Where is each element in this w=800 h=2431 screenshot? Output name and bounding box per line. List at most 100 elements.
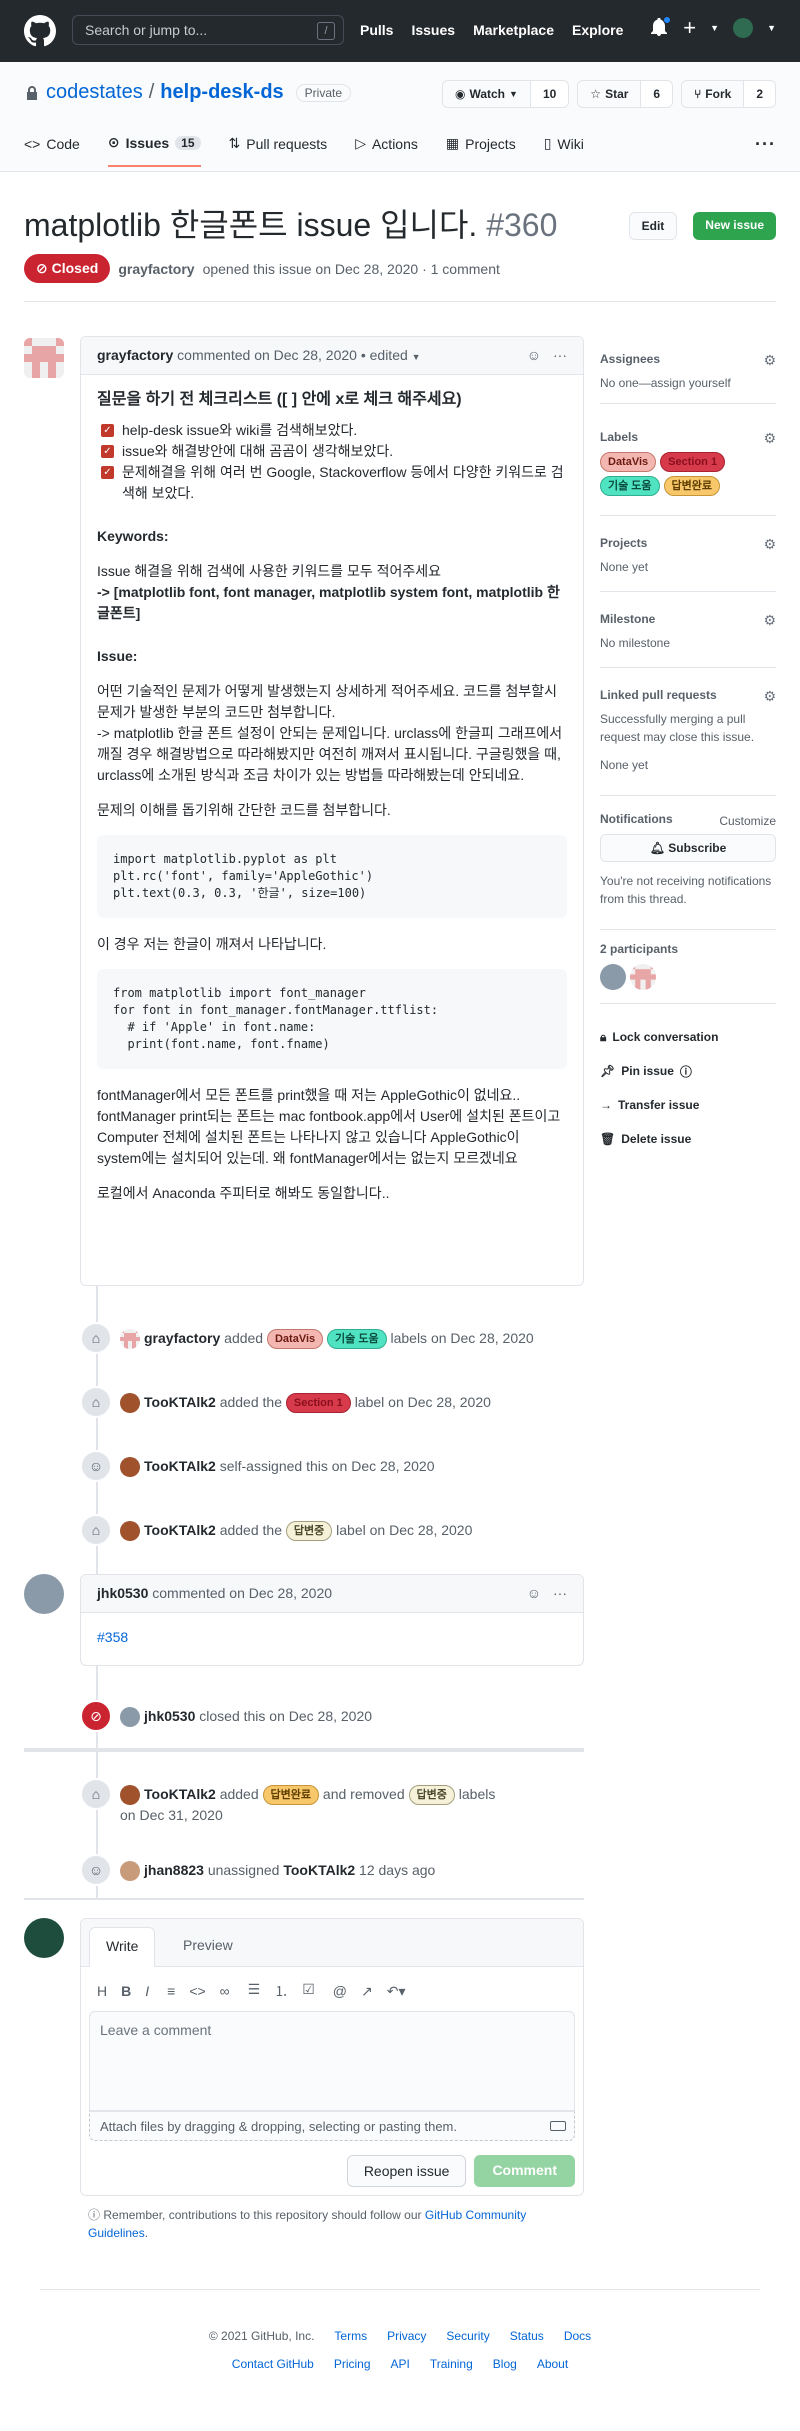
code-icon[interactable]: <>: [189, 1983, 205, 1999]
label-tech-help[interactable]: 기술 도움: [327, 1329, 387, 1350]
event-actor-link[interactable]: grayfactory: [144, 1330, 220, 1346]
chevron-down-icon[interactable]: ▼: [710, 23, 719, 33]
repo-owner-link[interactable]: codestates: [46, 81, 143, 104]
footer-link-about[interactable]: About: [537, 2357, 568, 2371]
comment-button[interactable]: Comment: [474, 2155, 575, 2187]
comment-author-link[interactable]: jhk0530: [97, 1585, 148, 1601]
tab-code[interactable]: <> Code: [24, 134, 80, 167]
smiley-icon[interactable]: ☺: [527, 347, 541, 363]
issue-reference-link[interactable]: #358: [97, 1629, 128, 1645]
search-input[interactable]: Search or jump to... /: [72, 15, 344, 45]
watch-button[interactable]: ◉ Watch ▼ 10: [441, 80, 570, 108]
footer-link-security[interactable]: Security: [446, 2329, 489, 2343]
footer-link-status[interactable]: Status: [510, 2329, 544, 2343]
mention-icon[interactable]: @: [333, 1983, 347, 2000]
label-section-1[interactable]: Section 1: [285, 1393, 351, 1414]
avatar[interactable]: [24, 338, 64, 378]
avatar[interactable]: [600, 964, 626, 990]
pin-issue-link[interactable]: 📌︎ Pin issue ⓘ: [600, 1054, 776, 1088]
kebab-menu-icon[interactable]: ···: [553, 347, 567, 363]
checkbox-checked-icon[interactable]: ✓: [101, 466, 114, 479]
issue-author-link[interactable]: grayfactory: [118, 261, 194, 277]
event-actor-link[interactable]: TooKTAlk2: [144, 1394, 216, 1410]
fork-button[interactable]: ⑂ Fork 2: [681, 80, 776, 108]
star-button[interactable]: ☆ Star 6: [577, 80, 674, 108]
avatar[interactable]: [120, 1457, 140, 1478]
bold-icon[interactable]: B: [121, 1983, 131, 1999]
comment-textarea[interactable]: Leave a comment: [89, 2011, 575, 2111]
checkbox-checked-icon[interactable]: ✓: [101, 445, 114, 458]
label-datavis[interactable]: DataVis: [600, 452, 657, 472]
tab-preview[interactable]: Preview: [167, 1927, 249, 1967]
smiley-icon[interactable]: ☺: [527, 1585, 541, 1601]
tab-pull-requests[interactable]: ⇅ Pull requests: [229, 134, 328, 167]
user-avatar[interactable]: [733, 18, 754, 38]
avatar[interactable]: [24, 1574, 64, 1614]
star-count[interactable]: 6: [641, 81, 673, 107]
footer-link-terms[interactable]: Terms: [334, 2329, 367, 2343]
label-answered[interactable]: 답변완료: [262, 1785, 320, 1806]
heading-icon[interactable]: H: [97, 1983, 107, 1999]
fork-count[interactable]: 2: [744, 81, 775, 107]
kebab-menu-icon[interactable]: ···: [553, 1585, 567, 1601]
avatar[interactable]: [120, 1521, 140, 1542]
nav-issues[interactable]: Issues: [411, 22, 455, 38]
create-new-icon[interactable]: +: [683, 17, 696, 39]
label-section-1[interactable]: Section 1: [660, 452, 726, 472]
chevron-down-icon[interactable]: ▼: [412, 352, 421, 362]
notifications-bell-icon[interactable]: [651, 16, 672, 38]
event-actor-link[interactable]: jhan8823: [144, 1862, 204, 1878]
avatar[interactable]: [630, 964, 656, 990]
tab-issues[interactable]: ⊙ Issues 15: [107, 134, 201, 167]
label-datavis[interactable]: DataVis: [266, 1329, 324, 1350]
tab-write[interactable]: Write: [89, 1927, 156, 1967]
reopen-issue-button[interactable]: Reopen issue: [346, 2155, 467, 2187]
task-list-icon[interactable]: ☑: [302, 1981, 315, 2001]
footer-link-blog[interactable]: Blog: [493, 2357, 517, 2371]
label-answered[interactable]: 답변완료: [663, 476, 721, 496]
event-actor-link[interactable]: TooKTAlk2: [144, 1786, 216, 1802]
italic-icon[interactable]: I: [145, 1983, 149, 1999]
tab-projects[interactable]: ▦ Projects: [446, 134, 516, 167]
numbered-list-icon[interactable]: ⒈: [274, 1981, 288, 2001]
more-tabs-icon[interactable]: ···: [755, 134, 776, 155]
watch-count[interactable]: 10: [530, 81, 569, 107]
gear-icon[interactable]: ⚙: [763, 688, 776, 705]
label-tech-help[interactable]: 기술 도움: [600, 476, 660, 496]
nav-pulls[interactable]: Pulls: [360, 22, 393, 38]
label-answering[interactable]: 답변중: [408, 1785, 455, 1806]
avatar[interactable]: [120, 1785, 140, 1806]
event-actor-link[interactable]: jhk0530: [144, 1708, 195, 1724]
gear-icon[interactable]: ⚙: [763, 430, 776, 447]
gear-icon[interactable]: ⚙: [763, 612, 776, 629]
lock-conversation-link[interactable]: 🔒︎ Lock conversation: [600, 1020, 776, 1054]
edit-button[interactable]: Edit: [628, 212, 678, 240]
avatar[interactable]: [120, 1329, 140, 1350]
nav-explore[interactable]: Explore: [572, 22, 623, 38]
reply-icon[interactable]: ↶▾: [387, 1983, 406, 2000]
label-answering[interactable]: 답변중: [285, 1521, 333, 1542]
event-actor-link[interactable]: TooKTAlk2: [144, 1458, 216, 1474]
footer-link-pricing[interactable]: Pricing: [334, 2357, 371, 2371]
customize-link[interactable]: Customize: [719, 812, 776, 830]
gear-icon[interactable]: ⚙: [763, 536, 776, 553]
footer-link-privacy[interactable]: Privacy: [387, 2329, 426, 2343]
footer-link-contact[interactable]: Contact GitHub: [232, 2357, 314, 2371]
checkbox-checked-icon[interactable]: ✓: [101, 424, 114, 437]
bulleted-list-icon[interactable]: ☰: [248, 1981, 261, 2001]
subscribe-button[interactable]: 🔔︎ Subscribe: [600, 834, 776, 862]
github-logo-icon[interactable]: [24, 15, 56, 47]
avatar[interactable]: [120, 1393, 140, 1414]
nav-marketplace[interactable]: Marketplace: [473, 22, 554, 38]
footer-link-api[interactable]: API: [391, 2357, 410, 2371]
new-issue-button[interactable]: New issue: [693, 212, 776, 240]
footer-link-docs[interactable]: Docs: [564, 2329, 591, 2343]
avatar[interactable]: [120, 1707, 140, 1728]
transfer-issue-link[interactable]: → Transfer issue: [600, 1088, 776, 1122]
event-actor-link[interactable]: TooKTAlk2: [144, 1522, 216, 1538]
gear-icon[interactable]: ⚙: [763, 352, 776, 369]
cross-reference-icon[interactable]: ↗: [361, 1983, 373, 2000]
avatar[interactable]: [24, 1918, 64, 1958]
comment-author-link[interactable]: grayfactory: [97, 347, 173, 363]
footer-link-training[interactable]: Training: [430, 2357, 473, 2371]
